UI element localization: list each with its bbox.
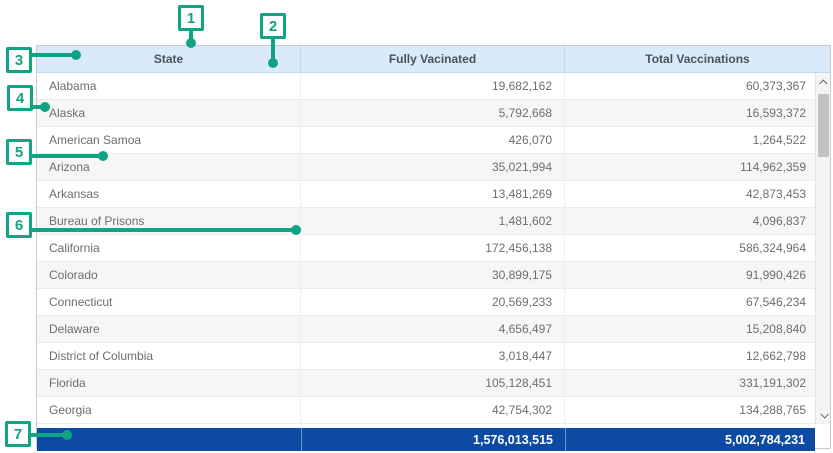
fully-vaccinated-cell: 13,481,269 (301, 181, 565, 207)
state-cell: Alabama (37, 73, 301, 99)
table-row[interactable]: Georgia42,754,302134,288,765 (37, 397, 830, 424)
fully-vaccinated-cell: 19,682,162 (301, 73, 565, 99)
callout-6-dot (291, 225, 301, 235)
fully-vaccinated-cell: 172,456,138 (301, 235, 565, 261)
total-vaccinations-cell: 60,373,367 (565, 73, 830, 99)
state-cell: Alaska (37, 100, 301, 126)
summary-total-row: 1,576,013,515 5,002,784,231 (37, 428, 815, 451)
callout-5: 5 (6, 139, 32, 165)
fully-vaccinated-cell: 3,018,447 (301, 343, 565, 369)
state-cell: Delaware (37, 316, 301, 342)
total-vaccinations-cell: 134,288,765 (565, 397, 830, 423)
table-row[interactable]: Arizona35,021,994114,962,359 (37, 154, 830, 181)
callout-4: 4 (7, 85, 33, 111)
table-header-row: State Fully Vacinated Total Vaccinations (37, 46, 830, 73)
chevron-down-icon (820, 410, 828, 418)
table-row[interactable]: Delaware4,656,49715,208,840 (37, 316, 830, 343)
callout-7-dot (62, 430, 72, 440)
table-row[interactable]: Alaska5,792,66816,593,372 (37, 100, 830, 127)
fully-vaccinated-cell: 426,070 (301, 127, 565, 153)
table-row[interactable]: Florida105,128,451331,191,302 (37, 370, 830, 397)
scrollbar-thumb[interactable] (818, 94, 829, 157)
total-vaccinations-cell: 16,593,372 (565, 100, 830, 126)
total-vaccinations-cell: 15,208,840 (565, 316, 830, 342)
total-vaccinations-cell: 5,002,784,231 (565, 428, 815, 451)
fully-vaccinated-cell: 35,021,994 (301, 154, 565, 180)
attribute-table: State Fully Vacinated Total Vaccinations… (36, 45, 831, 449)
callout-5-dot (98, 151, 108, 161)
scroll-down-button[interactable] (816, 407, 830, 422)
callout-1-dot (186, 38, 196, 48)
callout-7-line (29, 433, 64, 437)
total-vaccinations-cell: 91,990,426 (565, 262, 830, 288)
callout-3-dot (71, 50, 81, 60)
column-header-total-vaccinations[interactable]: Total Vaccinations (565, 46, 830, 72)
total-vaccinations-cell: 4,096,837 (565, 208, 830, 234)
state-cell: Georgia (37, 397, 301, 423)
table-row[interactable]: District of Columbia3,018,44712,662,798 (37, 343, 830, 370)
callout-2: 2 (260, 13, 286, 39)
table-row[interactable]: Arkansas13,481,26942,873,453 (37, 181, 830, 208)
callout-3-line (30, 53, 73, 57)
table-row[interactable]: American Samoa426,0701,264,522 (37, 127, 830, 154)
table-rows-container: Alabama19,682,16260,373,367Alaska5,792,6… (37, 73, 830, 424)
total-vaccinations-cell: 67,546,234 (565, 289, 830, 315)
callout-6-line (30, 228, 293, 232)
state-cell: American Samoa (37, 127, 301, 153)
fully-vaccinated-cell: 30,899,175 (301, 262, 565, 288)
callout-2-dot (268, 58, 278, 68)
fully-vaccinated-cell: 42,754,302 (301, 397, 565, 423)
callout-2-line (271, 38, 275, 60)
callout-6: 6 (6, 212, 32, 238)
callout-3: 3 (6, 47, 32, 73)
fully-vaccinated-cell: 105,128,451 (301, 370, 565, 396)
total-vaccinations-cell: 1,264,522 (565, 127, 830, 153)
state-cell: Colorado (37, 262, 301, 288)
table-row[interactable]: Connecticut20,569,23367,546,234 (37, 289, 830, 316)
chevron-up-icon (819, 79, 827, 87)
state-cell: District of Columbia (37, 343, 301, 369)
total-fully-vaccinated-cell: 1,576,013,515 (301, 428, 565, 451)
fully-vaccinated-cell: 5,792,668 (301, 100, 565, 126)
state-cell: Arkansas (37, 181, 301, 207)
total-state-cell (37, 428, 301, 451)
column-header-fully-vaccinated[interactable]: Fully Vacinated (301, 46, 565, 72)
fully-vaccinated-cell: 1,481,602 (301, 208, 565, 234)
state-cell: Florida (37, 370, 301, 396)
vertical-scrollbar[interactable] (815, 73, 830, 424)
total-vaccinations-cell: 586,324,964 (565, 235, 830, 261)
table-row[interactable]: California172,456,138586,324,964 (37, 235, 830, 262)
callout-1: 1 (178, 5, 204, 31)
state-cell: Connecticut (37, 289, 301, 315)
total-vaccinations-cell: 12,662,798 (565, 343, 830, 369)
callout-7: 7 (5, 421, 31, 447)
fully-vaccinated-cell: 4,656,497 (301, 316, 565, 342)
table-row[interactable]: Colorado30,899,17591,990,426 (37, 262, 830, 289)
table-row[interactable]: Alabama19,682,16260,373,367 (37, 73, 830, 100)
total-vaccinations-cell: 42,873,453 (565, 181, 830, 207)
total-vaccinations-cell: 114,962,359 (565, 154, 830, 180)
table-body: Alabama19,682,16260,373,367Alaska5,792,6… (37, 73, 830, 424)
fully-vaccinated-cell: 20,569,233 (301, 289, 565, 315)
total-vaccinations-cell: 331,191,302 (565, 370, 830, 396)
scroll-up-button[interactable] (816, 75, 830, 90)
callout-4-dot (40, 102, 50, 112)
state-cell: California (37, 235, 301, 261)
callout-5-line (30, 154, 100, 158)
